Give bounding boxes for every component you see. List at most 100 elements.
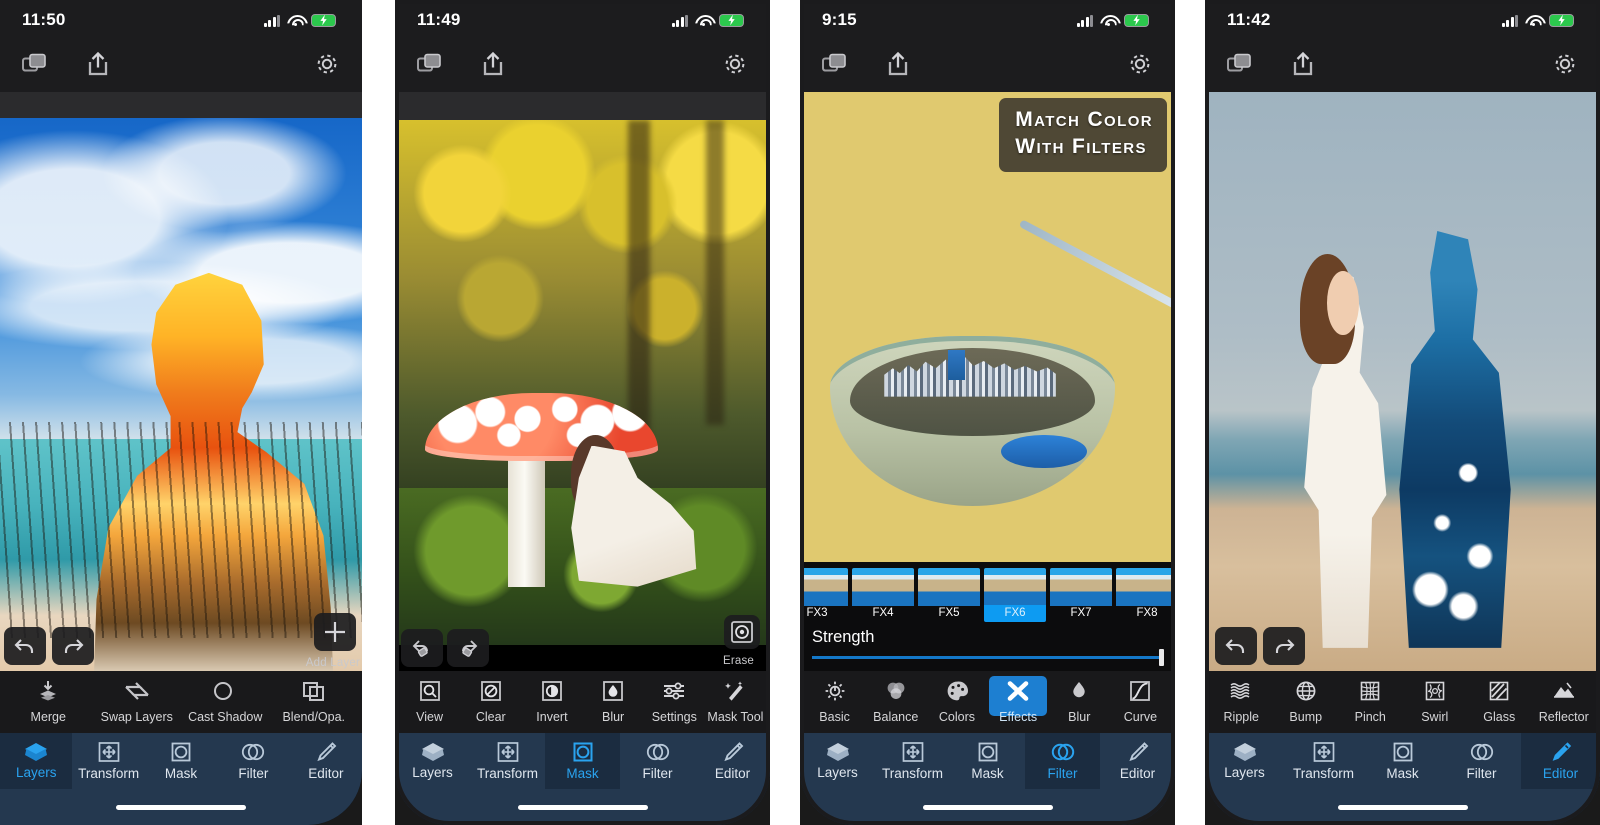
gear-icon[interactable] xyxy=(722,51,748,82)
tool-reflector[interactable]: Reflector xyxy=(1532,680,1597,724)
tool-pinch[interactable]: Pinch xyxy=(1338,680,1403,724)
tool-basic[interactable]: Basic xyxy=(804,680,865,724)
nav-label: Mask xyxy=(566,766,599,781)
filter-label: FX6 xyxy=(984,605,1046,622)
nav-transform[interactable]: Transform xyxy=(1284,733,1363,789)
filter-item[interactable]: FX3 xyxy=(800,568,848,622)
tool-curve[interactable]: Curve xyxy=(1110,680,1171,724)
nav-layers[interactable]: Layers xyxy=(395,733,470,789)
tool-bump[interactable]: Bump xyxy=(1274,680,1339,724)
layers-stack-icon[interactable] xyxy=(417,53,443,80)
nav-filter[interactable]: Filter xyxy=(217,733,289,789)
tool-swap-layers[interactable]: Swap Layers xyxy=(93,680,182,724)
slider-track xyxy=(812,656,1163,659)
nav-mask[interactable]: Mask xyxy=(950,733,1025,789)
gear-icon[interactable] xyxy=(1127,51,1153,82)
tool-label: Pinch xyxy=(1354,710,1386,724)
nav-layers[interactable]: Layers xyxy=(1205,733,1284,789)
filter-label: FX7 xyxy=(1070,607,1092,619)
share-export-icon[interactable] xyxy=(1291,51,1315,82)
status-indicators xyxy=(671,13,744,27)
nav-mask[interactable]: Mask xyxy=(1363,733,1442,789)
redo-button[interactable] xyxy=(447,629,489,667)
nav-layers[interactable]: Layers xyxy=(800,733,875,789)
filter-item[interactable]: FX8 xyxy=(1116,568,1175,622)
nav-editor[interactable]: Editor xyxy=(1100,733,1175,789)
nav-label: Filter xyxy=(1466,766,1497,781)
tool-mask-tool[interactable]: Mask Tool xyxy=(705,680,766,724)
tool-invert[interactable]: Invert xyxy=(521,680,582,724)
tool-blend-opacity[interactable]: Blend/Opa. xyxy=(270,680,359,724)
filter-thumbnail-strip[interactable]: FX3 FX4 FX5 FX6 FX7 FX8 xyxy=(800,562,1175,622)
tool-colors[interactable]: Colors xyxy=(926,680,987,724)
strength-slider[interactable] xyxy=(812,649,1164,666)
nav-transform[interactable]: Transform xyxy=(875,733,950,789)
undo-button[interactable] xyxy=(4,627,46,665)
main-nav: Layers Transform Mask Filter Editor xyxy=(395,733,770,789)
secondary-toolbar: Ripple Bump Pinch Swirl Glass Reflector xyxy=(1205,671,1600,733)
canvas-top-gap xyxy=(395,92,770,120)
tool-swirl[interactable]: Swirl xyxy=(1403,680,1468,724)
gear-icon[interactable] xyxy=(1552,51,1578,82)
status-bar: 11:42 xyxy=(1205,0,1600,40)
share-export-icon[interactable] xyxy=(886,51,910,82)
undo-button[interactable] xyxy=(401,629,443,667)
erase-label: Erase xyxy=(722,655,754,667)
canvas-area[interactable]: Erase xyxy=(395,120,770,671)
layers-stack-icon[interactable] xyxy=(1227,53,1253,80)
strength-label: Strength xyxy=(812,628,875,646)
home-indicator[interactable] xyxy=(1337,804,1468,810)
nav-filter[interactable]: Filter xyxy=(620,733,695,789)
canvas-area[interactable]: Add Layer xyxy=(0,118,362,671)
tool-label: Settings xyxy=(651,710,697,724)
filter-item[interactable]: FX5 xyxy=(918,568,980,622)
redo-button[interactable] xyxy=(52,627,94,665)
nav-layers[interactable]: Layers xyxy=(0,733,73,789)
nav-editor[interactable]: Editor xyxy=(695,733,770,789)
gear-icon[interactable] xyxy=(314,51,340,82)
tool-blur[interactable]: Blur xyxy=(1049,680,1110,724)
nav-editor[interactable]: Editor xyxy=(1521,733,1600,789)
home-indicator[interactable] xyxy=(517,804,648,810)
share-export-icon[interactable] xyxy=(86,51,110,82)
tool-clear[interactable]: Clear xyxy=(460,680,521,724)
nav-filter[interactable]: Filter xyxy=(1025,733,1100,789)
nav-label: Mask xyxy=(1386,766,1419,781)
canvas-area[interactable]: Match Color With Filters xyxy=(800,92,1175,562)
app-screenshot-collage: 11:50 Add Layer Merge Swap Layers Cast S… xyxy=(0,0,1600,825)
slider-knob[interactable] xyxy=(1159,649,1164,666)
filter-thumbnail xyxy=(800,568,848,606)
home-indicator[interactable] xyxy=(922,804,1053,810)
nav-mask[interactable]: Mask xyxy=(145,733,217,789)
tool-merge[interactable]: Merge xyxy=(4,680,93,724)
nav-mask[interactable]: Mask xyxy=(545,733,620,789)
nav-filter[interactable]: Filter xyxy=(1442,733,1521,789)
undo-button[interactable] xyxy=(1215,627,1257,665)
tool-blur[interactable]: Blur xyxy=(583,680,644,724)
filter-item[interactable]: FX4 xyxy=(852,568,914,622)
tool-view[interactable]: View xyxy=(399,680,460,724)
magic-wand-icon xyxy=(723,680,747,707)
nav-transform[interactable]: Transform xyxy=(72,733,144,789)
tool-glass[interactable]: Glass xyxy=(1467,680,1532,724)
tool-effects[interactable]: Effects xyxy=(988,676,1049,724)
tool-ripple[interactable]: Ripple xyxy=(1209,680,1274,724)
add-layer-button[interactable] xyxy=(314,613,356,651)
redo-button[interactable] xyxy=(1263,627,1305,665)
strength-control: Strength xyxy=(800,622,1175,671)
canvas-area[interactable] xyxy=(1205,92,1600,671)
reflector-icon xyxy=(1551,680,1577,707)
layers-stack-icon[interactable] xyxy=(22,53,48,80)
erase-button[interactable] xyxy=(724,615,760,649)
nav-transform[interactable]: Transform xyxy=(470,733,545,789)
battery-charging-icon xyxy=(1549,13,1574,27)
share-export-icon[interactable] xyxy=(481,51,505,82)
filter-item-selected[interactable]: FX6 xyxy=(984,568,1046,622)
tool-settings[interactable]: Settings xyxy=(644,680,705,724)
tool-cast-shadow[interactable]: Cast Shadow xyxy=(181,680,270,724)
home-indicator[interactable] xyxy=(116,804,246,810)
layers-stack-icon[interactable] xyxy=(822,53,848,80)
tool-balance[interactable]: Balance xyxy=(865,680,926,724)
nav-editor[interactable]: Editor xyxy=(290,733,362,789)
filter-item[interactable]: FX7 xyxy=(1050,568,1112,622)
